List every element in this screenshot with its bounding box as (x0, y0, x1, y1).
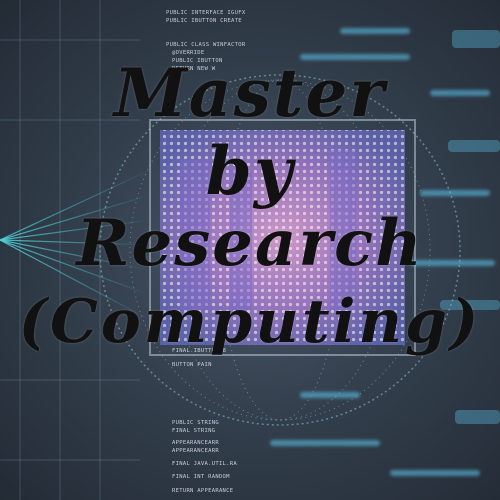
code-line: FINAL INT RANDOM (172, 474, 230, 480)
code-streak (390, 470, 480, 476)
title-line-by: by (205, 132, 295, 210)
code-streak (300, 392, 360, 398)
title-line-master: Master (113, 54, 387, 132)
title-line-computing: (Computing) (18, 287, 482, 357)
code-line: BUTTON PAIN (172, 362, 212, 368)
code-streak (340, 28, 410, 34)
code-line: FINAL STRING (172, 428, 216, 434)
code-line: RETURN APPEARANCE (172, 488, 234, 494)
title-line-research: Research (76, 206, 424, 281)
page-title: Master by Research (Computing) (0, 60, 500, 352)
code-line: APPEARANCEARR (172, 440, 219, 446)
code-line: APPEARANCEARR (172, 448, 219, 454)
cover-image: PUBLIC INTERFACE IGUFX PUBLIC IBUTTON CR… (0, 0, 500, 500)
code-line: FINAL JAVA.UTIL.RA (172, 461, 238, 467)
code-line: PUBLIC IBUTTON CREATE (166, 18, 242, 24)
code-line: PUBLIC CLASS WINFACTOR (166, 42, 246, 48)
code-streak (270, 440, 380, 446)
code-line: PUBLIC INTERFACE IGUFX (166, 10, 246, 16)
code-line: PUBLIC STRING (172, 420, 219, 426)
